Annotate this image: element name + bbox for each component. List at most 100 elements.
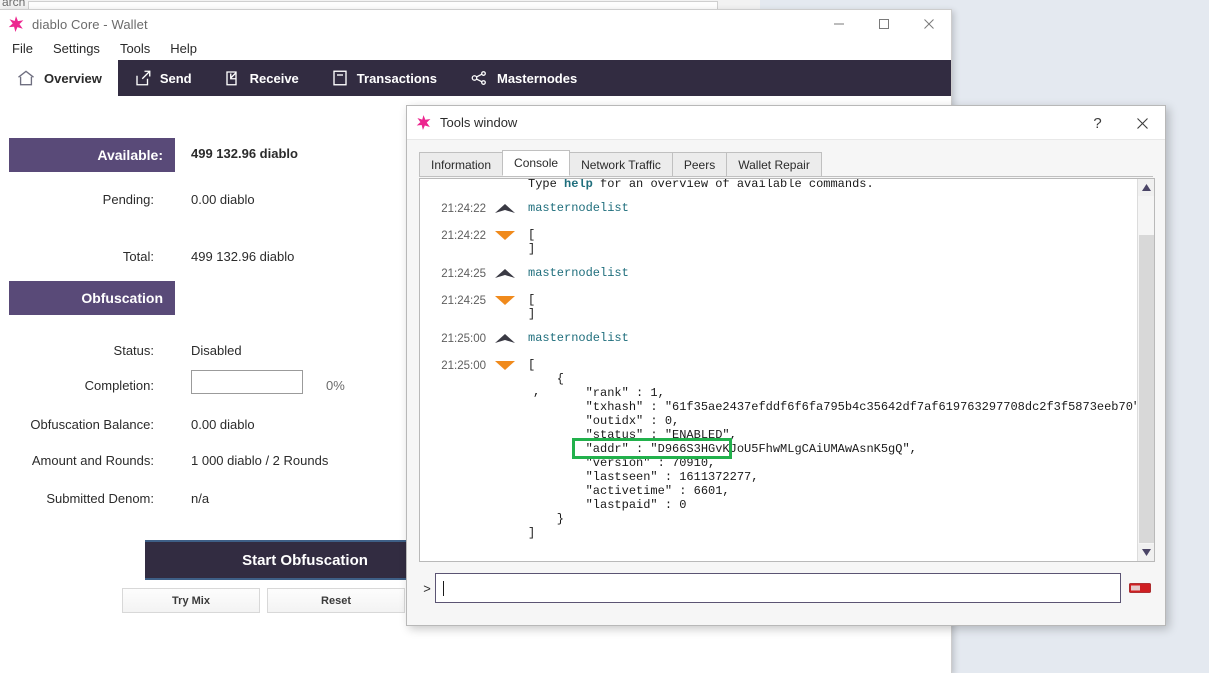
help-icon: ? bbox=[1093, 115, 1101, 132]
screen-root: arch diablo Core - Wallet bbox=[0, 0, 1209, 673]
menu-help[interactable]: Help bbox=[160, 39, 207, 59]
total-value: 499 132.96 diablo bbox=[191, 249, 294, 264]
status-value: Disabled bbox=[191, 343, 242, 358]
nav-tab-masternodes-label: Masternodes bbox=[497, 71, 577, 86]
console-out-arrow-icon bbox=[494, 293, 528, 310]
console-command-row: > bbox=[419, 571, 1155, 605]
submitted-denom-label: Submitted Denom: bbox=[0, 491, 166, 506]
obfuscation-band: Obfuscation bbox=[9, 281, 175, 315]
tab-information[interactable]: Information bbox=[419, 152, 503, 176]
console-in-arrow-icon bbox=[494, 266, 528, 283]
scrollbar-thumb[interactable] bbox=[1139, 235, 1154, 543]
nav-tab-transactions-label: Transactions bbox=[357, 71, 437, 86]
available-band: Available: bbox=[9, 138, 175, 172]
diablo-star-icon bbox=[7, 15, 25, 33]
console-entry-text: masternodelist bbox=[528, 331, 629, 345]
console-out-arrow-icon bbox=[494, 228, 528, 245]
console-scroll-content: Type help for an overview of available c… bbox=[420, 179, 1137, 561]
close-icon[interactable] bbox=[1120, 106, 1165, 140]
console-scrollbar[interactable] bbox=[1137, 179, 1154, 561]
console-entry-row: 21:24:25 [ ] bbox=[420, 292, 1137, 322]
send-arrow-icon bbox=[134, 69, 152, 87]
console-in-arrow-icon bbox=[494, 331, 528, 348]
tab-network-traffic-label: Network Traffic bbox=[581, 158, 661, 172]
receive-arrow-icon bbox=[224, 69, 242, 87]
console-intro-text: Type help for an overview of available c… bbox=[528, 179, 874, 191]
console-intro-line: Type help for an overview of available c… bbox=[420, 179, 1137, 192]
console-wrapped-comma: , bbox=[533, 385, 540, 399]
console-intro-keyword: help bbox=[564, 179, 593, 191]
console-entry-time: 21:25:00 bbox=[420, 358, 494, 373]
console-entry-row: 21:24:25 masternodelist bbox=[420, 265, 1137, 284]
console-entry-text: [ { "rank" : 1, "txhash" : "61f35ae2437e… bbox=[528, 358, 1137, 540]
wallet-window-controls bbox=[816, 10, 951, 38]
wallet-titlebar: diablo Core - Wallet bbox=[0, 10, 951, 38]
masternodes-share-icon bbox=[469, 69, 489, 87]
nav-tab-overview-label: Overview bbox=[44, 71, 102, 86]
home-icon bbox=[16, 68, 36, 88]
nav-tab-send-label: Send bbox=[160, 71, 192, 86]
console-entry-time: 21:24:25 bbox=[420, 293, 494, 308]
console-entry-text: masternodelist bbox=[528, 201, 629, 215]
nav-tab-send[interactable]: Send bbox=[118, 60, 208, 96]
nav-tab-transactions[interactable]: Transactions bbox=[315, 60, 453, 96]
close-icon[interactable] bbox=[906, 10, 951, 38]
scroll-down-icon[interactable] bbox=[1138, 544, 1155, 561]
console-command-input[interactable] bbox=[435, 573, 1121, 603]
console-entry-time: 21:24:25 bbox=[420, 266, 494, 281]
console-entry-row: 21:25:00 masternodelist bbox=[420, 330, 1137, 349]
pending-label: Pending: bbox=[0, 192, 166, 207]
completion-progressbar bbox=[191, 370, 303, 394]
nav-tab-receive[interactable]: Receive bbox=[208, 60, 315, 96]
console-intro-prefix: Type bbox=[528, 179, 564, 191]
try-mix-button[interactable]: Try Mix bbox=[122, 588, 260, 613]
tools-tabstrip: Information Console Network Traffic Peer… bbox=[419, 151, 1153, 177]
menu-settings[interactable]: Settings bbox=[43, 39, 110, 59]
tab-console-label: Console bbox=[514, 156, 558, 170]
clear-console-icon[interactable] bbox=[1125, 573, 1155, 603]
nav-tab-receive-label: Receive bbox=[250, 71, 299, 86]
tab-peers[interactable]: Peers bbox=[672, 152, 727, 176]
reset-label: Reset bbox=[321, 595, 351, 607]
tab-console[interactable]: Console bbox=[502, 150, 570, 176]
tab-network-traffic[interactable]: Network Traffic bbox=[569, 152, 673, 176]
obfuscation-label: Obfuscation bbox=[81, 290, 163, 306]
wallet-menubar: File Settings Tools Help bbox=[0, 38, 951, 60]
scroll-up-icon[interactable] bbox=[1138, 179, 1155, 196]
nav-tab-masternodes[interactable]: Masternodes bbox=[453, 60, 593, 96]
wallet-title: diablo Core - Wallet bbox=[32, 17, 148, 32]
maximize-icon[interactable] bbox=[861, 10, 906, 38]
nav-tab-overview[interactable]: Overview bbox=[0, 60, 118, 96]
console-entry-row: 21:24:22 masternodelist bbox=[420, 200, 1137, 219]
tools-titlebar: Tools window ? bbox=[407, 106, 1165, 140]
minimize-icon[interactable] bbox=[816, 10, 861, 38]
start-obfuscation-label: Start Obfuscation bbox=[242, 552, 368, 569]
obfuscation-balance-label: Obfuscation Balance: bbox=[0, 417, 166, 432]
submitted-denom-value: n/a bbox=[191, 491, 209, 506]
reset-button[interactable]: Reset bbox=[267, 588, 405, 613]
diablo-star-icon bbox=[415, 114, 432, 131]
prompt-symbol: > bbox=[419, 581, 435, 596]
help-button[interactable]: ? bbox=[1075, 106, 1120, 140]
console-entry-time: 21:24:22 bbox=[420, 201, 494, 216]
tab-information-label: Information bbox=[431, 158, 491, 172]
available-label: Available: bbox=[97, 147, 163, 163]
tab-peers-label: Peers bbox=[684, 158, 715, 172]
menu-file[interactable]: File bbox=[2, 39, 43, 59]
console-output[interactable]: Type help for an overview of available c… bbox=[419, 178, 1155, 562]
console-entry-text: masternodelist bbox=[528, 266, 629, 280]
try-mix-label: Try Mix bbox=[172, 595, 210, 607]
transactions-list-icon bbox=[331, 69, 349, 87]
tools-window-controls: ? bbox=[1075, 106, 1165, 140]
pending-value: 0.00 diablo bbox=[191, 192, 255, 207]
tab-wallet-repair-label: Wallet Repair bbox=[738, 158, 810, 172]
console-entry-text: [ ] bbox=[528, 228, 535, 256]
tab-wallet-repair[interactable]: Wallet Repair bbox=[726, 152, 822, 176]
total-label: Total: bbox=[0, 249, 166, 264]
console-entry-row: 21:25:00 [ { "rank" : 1, "txhash" : "61f… bbox=[420, 357, 1137, 541]
menu-tools[interactable]: Tools bbox=[110, 39, 160, 59]
console-entry-time: 21:24:22 bbox=[420, 228, 494, 243]
obfuscation-balance-value: 0.00 diablo bbox=[191, 417, 255, 432]
console-out-arrow-icon bbox=[494, 358, 528, 375]
console-intro-suffix: for an overview of available commands. bbox=[593, 179, 874, 191]
